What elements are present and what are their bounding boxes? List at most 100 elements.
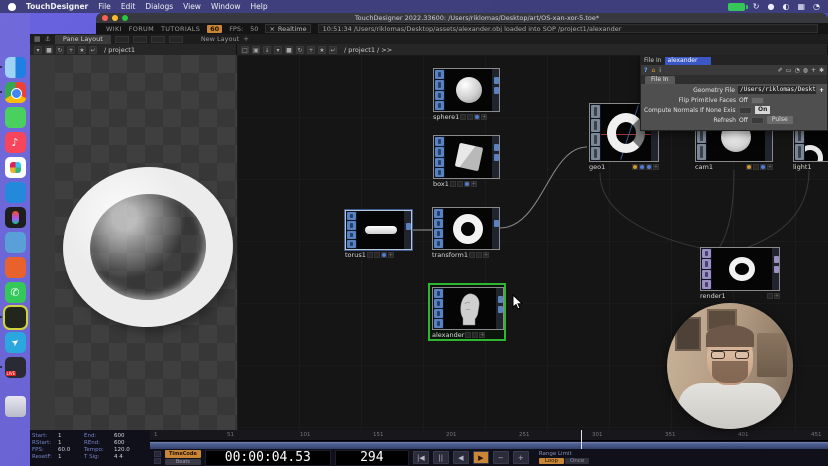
node-label[interactable]: render1 (700, 292, 726, 300)
pulse-button[interactable]: Pulse (767, 116, 793, 124)
end-value[interactable]: 600 (114, 433, 146, 439)
file-browse-button[interactable]: + (819, 87, 824, 94)
skip-to-start-button[interactable]: |◀ (413, 451, 429, 464)
dock-item-whatsapp[interactable] (5, 282, 26, 303)
start-value[interactable]: 1 (58, 433, 84, 439)
pause-button[interactable]: || (433, 451, 449, 464)
render-flag-badge[interactable] (632, 164, 638, 170)
node-flags[interactable] (590, 104, 601, 161)
pane-add-icon[interactable]: + (307, 46, 315, 54)
pane-refresh-icon[interactable]: ↻ (56, 46, 64, 54)
geometry-viewport-pane[interactable] (30, 55, 237, 430)
render-flag-badge[interactable] (746, 164, 752, 170)
geometry-file-input[interactable]: /Users/riklomas/Desktop/a (738, 86, 816, 94)
flag-badge[interactable] (460, 114, 466, 120)
menu-item-edit[interactable]: Edit (121, 2, 136, 11)
dock-item-preview[interactable] (5, 232, 26, 253)
settings-gear-icon[interactable]: ✱ (819, 67, 824, 74)
tempo-value[interactable]: 120.0 (114, 447, 146, 453)
node-transform1[interactable]: transform1+ (432, 207, 500, 259)
add-layout-button[interactable]: + (243, 35, 249, 43)
dock-item-finder[interactable] (5, 57, 26, 78)
node-label[interactable]: transform1 (432, 251, 468, 259)
language-icon[interactable]: ◔ (794, 67, 799, 74)
jump-icon[interactable]: ✐ (778, 67, 783, 74)
pane-stop-icon[interactable]: ■ (285, 46, 293, 54)
pane-stop-icon[interactable]: ■ (45, 46, 53, 54)
info-icon[interactable]: i (659, 67, 661, 74)
node-label[interactable]: alexander (432, 331, 464, 339)
layout-slot[interactable] (169, 36, 183, 43)
rend-value[interactable]: 600 (114, 440, 146, 446)
tab-file-in[interactable]: File In (645, 76, 675, 84)
refresh-toggle[interactable] (751, 117, 764, 124)
node-alexander[interactable]: alexander+ (432, 287, 504, 339)
pane-bookmark-icon[interactable]: ★ (78, 46, 86, 54)
pane-type-dropdown-icon[interactable]: ▾ (274, 46, 282, 54)
grid-layout-icon[interactable]: ▦ (34, 35, 41, 43)
flag-badge[interactable] (646, 164, 652, 170)
flag-badge[interactable] (472, 332, 478, 338)
node-label[interactable]: geo1 (589, 163, 605, 171)
dock-item-figma[interactable] (5, 207, 26, 228)
node-flags[interactable] (434, 136, 445, 178)
node-flags[interactable] (701, 248, 712, 290)
node-sphere1[interactable]: sphere1 + (433, 68, 500, 121)
comment-icon[interactable]: ▭ (786, 67, 792, 74)
layout-slot[interactable] (133, 36, 147, 43)
flag-badge[interactable] (374, 252, 380, 258)
dock-item-slack[interactable] (5, 157, 26, 178)
dock-item-telegram[interactable] (5, 332, 26, 353)
clock-icon[interactable]: ◔ (813, 2, 820, 11)
frame-ruler[interactable]: 151101151201251301351401451 (150, 430, 828, 441)
add-flag-badge[interactable]: + (471, 181, 477, 187)
flag-badge[interactable] (381, 252, 387, 258)
dock-item-music[interactable] (5, 132, 26, 153)
flag-badge[interactable] (474, 114, 480, 120)
flag-badge[interactable] (465, 332, 471, 338)
rstart-value[interactable]: 1 (58, 440, 84, 446)
pane-window-icon[interactable]: □ (241, 46, 249, 54)
dock-item-calendar[interactable] (5, 257, 26, 278)
wiki-link[interactable]: WIKI (106, 25, 122, 33)
dock-item-vscode[interactable] (5, 182, 26, 203)
node-flags[interactable] (434, 69, 445, 111)
keyboard-icon[interactable]: ▦ (797, 2, 805, 11)
new-layout-button[interactable]: New Layout (201, 35, 239, 43)
tutorials-link[interactable]: TUTORIALS (161, 25, 200, 33)
play-button[interactable]: ▶ (473, 451, 489, 464)
flag-badge[interactable] (467, 114, 473, 120)
timecode-mode-button[interactable]: TimeCode (165, 450, 201, 458)
display-icon[interactable]: ◐ (782, 2, 789, 11)
target-fps-badge[interactable]: 60 (207, 25, 222, 33)
zoom-window-button[interactable] (122, 15, 128, 21)
tab-pane-layout[interactable]: Pane Layout (55, 35, 111, 44)
resetf-value[interactable]: 1 (58, 454, 84, 460)
node-label[interactable]: sphere1 (433, 113, 459, 121)
menu-item-file[interactable]: File (98, 2, 111, 11)
pane-enter-icon[interactable]: ↵ (89, 46, 97, 54)
playhead[interactable] (581, 430, 582, 449)
menu-item-dialogs[interactable]: Dialogs (145, 2, 173, 11)
flag-badge[interactable] (367, 252, 373, 258)
beats-mode-button[interactable]: Beats (165, 459, 201, 465)
timeline-option-button[interactable] (154, 458, 161, 464)
compute-normals-toggle[interactable] (739, 107, 752, 114)
battery-icon[interactable] (728, 3, 745, 11)
flip-toggle[interactable] (751, 97, 764, 104)
node-label[interactable]: light1 (793, 163, 812, 171)
add-flag-badge[interactable]: + (481, 114, 487, 120)
timeline-option-button[interactable] (154, 451, 161, 457)
minimize-window-button[interactable] (112, 15, 118, 21)
dock-item-trash[interactable] (5, 396, 26, 417)
flag-badge[interactable] (450, 181, 456, 187)
pin-layout-icon[interactable]: ⚓ (45, 35, 51, 43)
sync-icon[interactable]: ↻ (753, 2, 760, 11)
node-flags[interactable] (433, 288, 444, 329)
menu-item-touchdesigner[interactable]: TouchDesigner (26, 2, 88, 11)
color-icon[interactable]: ◍ (803, 67, 808, 74)
menu-item-view[interactable]: View (183, 2, 201, 11)
add-icon[interactable]: + (811, 67, 816, 74)
realtime-toggle[interactable]: × Realtime (265, 24, 310, 33)
loop-button[interactable]: Loop (539, 458, 564, 464)
